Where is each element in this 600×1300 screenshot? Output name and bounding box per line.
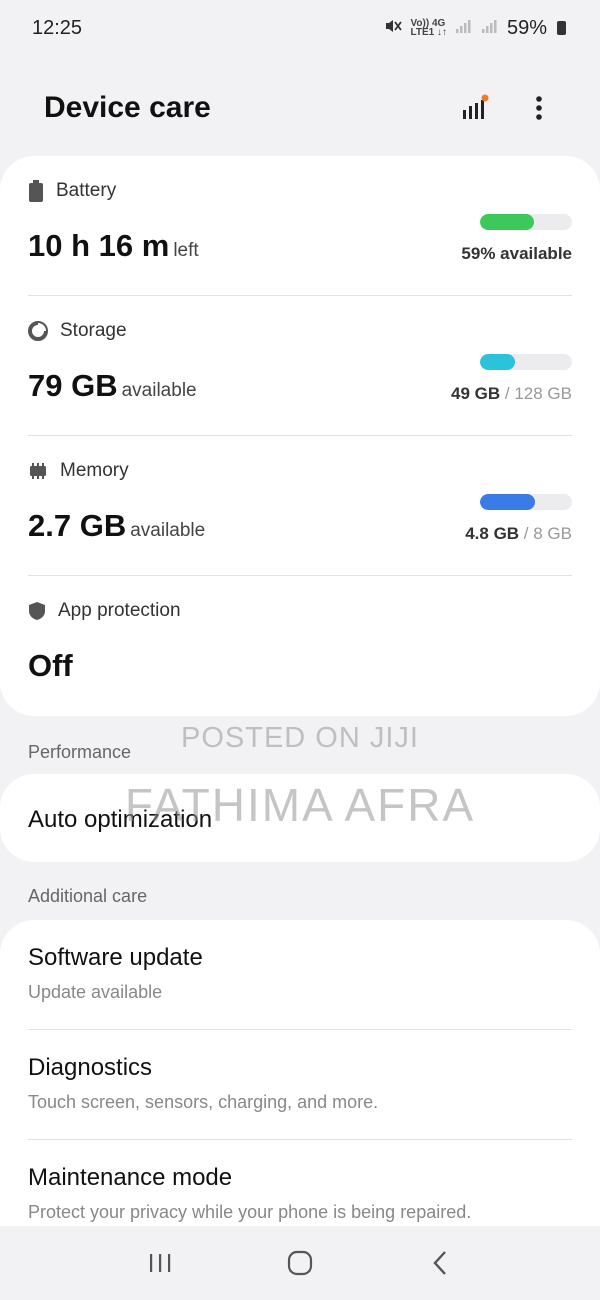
storage-header: Storage: [28, 320, 127, 342]
memory-item[interactable]: Memory 2.7 GB available 4.8 GB / 8 GB: [28, 436, 572, 576]
maintenance-mode-subtitle: Protect your privacy while your phone is…: [28, 1202, 472, 1222]
signal-icon-2: [481, 17, 499, 40]
battery-progress-bar: [480, 214, 572, 230]
storage-item[interactable]: Storage 79 GB available 49 GB / 128 GB: [28, 296, 572, 436]
app-header: Device care: [0, 78, 600, 138]
performance-card: Auto optimization: [0, 774, 600, 862]
signal-bars-icon[interactable]: [458, 91, 492, 125]
storage-value: 79 GB available: [28, 368, 197, 403]
battery-percent: 59%: [506, 16, 547, 39]
battery-label: Battery: [56, 180, 117, 201]
home-icon[interactable]: [270, 1238, 330, 1288]
signal-icon: [455, 17, 473, 40]
volte-indicator: Vo)) 4G LTE1 ↓↑: [410, 18, 447, 38]
recent-apps-icon[interactable]: [130, 1238, 190, 1288]
diagnostics-title: Diagnostics: [28, 1054, 153, 1081]
app-protection-header: App protection: [28, 600, 181, 622]
header-actions: [458, 91, 556, 125]
shield-icon: [28, 601, 46, 621]
battery-value: 10 h 16 m left: [28, 228, 199, 263]
memory-header: Memory: [28, 460, 129, 482]
storage-progress-fill: [480, 354, 515, 370]
performance-section-label: Performance: [28, 742, 132, 762]
memory-label: Memory: [60, 460, 129, 481]
battery-icon: [28, 180, 44, 202]
back-icon[interactable]: [410, 1238, 470, 1288]
battery-status-icon: [557, 21, 566, 35]
device-status-card: Battery 10 h 16 m left 59% available Stor…: [0, 156, 600, 716]
status-bar: 12:25 Vo)) 4G LTE1 ↓↑ 59%: [0, 0, 600, 56]
battery-header: Battery: [28, 180, 116, 202]
software-update-subtitle: Update available: [28, 982, 163, 1002]
memory-value: 2.7 GB available: [28, 508, 206, 543]
battery-item[interactable]: Battery 10 h 16 m left 59% available: [28, 156, 572, 296]
memory-progress-fill: [480, 494, 536, 510]
status-icons: Vo)) 4G LTE1 ↓↑ 59%: [384, 17, 566, 40]
memory-chip-icon: [28, 462, 48, 480]
app-protection-label: App protection: [58, 600, 181, 621]
diagnostics-subtitle: Touch screen, sensors, charging, and mor…: [28, 1092, 379, 1112]
storage-meta: 49 GB / 128 GB: [451, 384, 572, 403]
additional-care-section-label: Additional care: [28, 886, 148, 906]
maintenance-mode-title: Maintenance mode: [28, 1164, 233, 1191]
additional-care-card: Software update Update available Diagnos…: [0, 920, 600, 1226]
diagnostics-item[interactable]: Diagnostics Touch screen, sensors, charg…: [28, 1030, 572, 1140]
software-update-item[interactable]: Software update Update available: [28, 920, 572, 1030]
battery-progress-fill: [480, 214, 535, 230]
app-protection-item[interactable]: App protection Off: [28, 576, 572, 716]
memory-progress-bar: [480, 494, 572, 510]
app-protection-value: Off: [28, 648, 73, 683]
mute-icon: [384, 17, 403, 40]
storage-pie-icon: [28, 321, 48, 341]
battery-meta: 59% available: [461, 244, 572, 263]
storage-progress-bar: [480, 354, 572, 370]
memory-meta: 4.8 GB / 8 GB: [465, 524, 572, 543]
software-update-title: Software update: [28, 944, 203, 971]
navigation-bar: [0, 1226, 600, 1300]
auto-optimization-item[interactable]: Auto optimization: [28, 806, 212, 834]
status-time: 12:25: [32, 16, 83, 39]
page-title: Device care: [44, 91, 211, 124]
more-options-icon[interactable]: [522, 91, 556, 125]
storage-label: Storage: [60, 320, 127, 341]
